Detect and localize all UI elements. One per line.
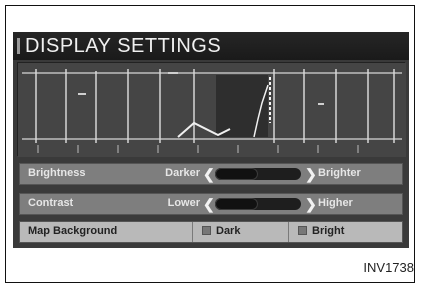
map-background-option-bright[interactable]: Bright <box>298 225 344 237</box>
divider <box>192 222 193 242</box>
map-preview-graphic <box>18 63 406 157</box>
brightness-label: Brightness <box>28 167 86 179</box>
contrast-low-label: Lower <box>167 197 200 209</box>
brightness-slider[interactable] <box>215 168 301 180</box>
contrast-high-label: Higher <box>318 197 353 209</box>
chevron-right-icon[interactable]: ❯ <box>305 195 317 213</box>
page-title: DISPLAY SETTINGS <box>25 35 222 57</box>
chevron-left-icon[interactable]: ❮ <box>203 165 215 183</box>
contrast-row[interactable]: Contrast Lower ❮ ❯ Higher <box>19 193 403 215</box>
option-dark-label: Dark <box>216 225 241 237</box>
contrast-slider-fill <box>215 198 258 210</box>
chevron-right-icon[interactable]: ❯ <box>305 165 317 183</box>
map-background-option-dark[interactable]: Dark <box>202 225 240 237</box>
brightness-high-label: Brighter <box>318 167 361 179</box>
display-settings-screen: DISPLAY SETTINGS Brightness Darker ❮ ❯ B… <box>13 32 409 248</box>
title-bar: DISPLAY SETTINGS <box>13 32 409 60</box>
brightness-slider-fill <box>215 168 258 180</box>
contrast-label: Contrast <box>28 197 74 209</box>
map-background-row: Map Background Dark Bright <box>19 221 403 243</box>
brightness-row[interactable]: Brightness Darker ❮ ❯ Brighter <box>19 163 403 185</box>
map-preview <box>17 62 406 157</box>
option-bright-label: Bright <box>312 225 345 237</box>
checkbox-icon <box>202 225 211 235</box>
figure-caption: INV1738 <box>363 260 414 275</box>
contrast-slider[interactable] <box>215 198 301 210</box>
checkbox-icon <box>298 225 307 235</box>
brightness-low-label: Darker <box>165 167 200 179</box>
chevron-left-icon[interactable]: ❮ <box>203 195 215 213</box>
title-accent <box>17 38 20 54</box>
map-background-label: Map Background <box>28 225 118 237</box>
divider <box>288 222 289 242</box>
